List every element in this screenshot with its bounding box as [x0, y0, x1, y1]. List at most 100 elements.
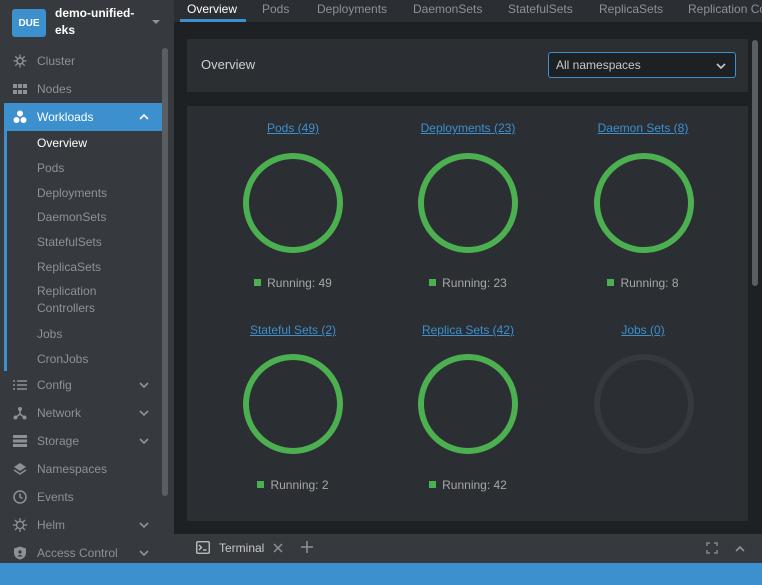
- chart-title-replica-sets[interactable]: Replica Sets (42): [393, 323, 543, 337]
- chart-title-pods[interactable]: Pods (49): [218, 121, 368, 135]
- chevron-down-icon[interactable]: [138, 435, 150, 447]
- sidebar-subitem-overview[interactable]: Overview: [37, 135, 87, 152]
- main-scrollbar[interactable]: [752, 40, 758, 286]
- config-icon: [13, 380, 27, 390]
- legend-dot: [429, 481, 437, 488]
- ring-segment: [418, 153, 518, 253]
- chevron-up-icon[interactable]: [734, 543, 746, 555]
- sidebar-item-config[interactable]: Config: [0, 371, 160, 399]
- tab-statefulsets[interactable]: StatefulSets: [508, 0, 573, 22]
- app-window: DUE demo-unified-eks Cluster Nodes Workl…: [0, 0, 762, 585]
- chart-title-stateful-sets[interactable]: Stateful Sets (2): [218, 323, 368, 337]
- chevron-down-icon[interactable]: [138, 407, 150, 419]
- sidebar-item-events[interactable]: Events: [0, 483, 160, 511]
- network-icon: [13, 407, 27, 420]
- namespace-select-value: All namespaces: [556, 58, 641, 72]
- tab-deployments[interactable]: Deployments: [317, 0, 387, 22]
- chevron-down-icon[interactable]: [138, 547, 150, 559]
- workloads-icon: [13, 110, 27, 123]
- ring-segment: [243, 153, 343, 253]
- sidebar-item-label: Config: [37, 378, 72, 392]
- sidebar-item-label: Events: [37, 490, 74, 504]
- pods-ring-chart: [243, 153, 343, 253]
- namespace-select[interactable]: All namespaces: [548, 52, 736, 78]
- sidebar-item-workloads[interactable]: Workloads: [4, 103, 164, 131]
- status-bar: [0, 563, 762, 585]
- legend-label: Running: 42: [442, 478, 507, 492]
- sidebar-item-nodes[interactable]: Nodes: [0, 75, 160, 103]
- deployments-ring-chart: [418, 153, 518, 253]
- ring-segment: [594, 354, 694, 454]
- terminal-icon: [196, 541, 210, 554]
- ring-segment: [418, 354, 518, 454]
- sidebar-item-label: Storage: [37, 434, 80, 448]
- stateful-sets-ring-chart: [243, 354, 343, 454]
- storage-icon: [13, 435, 27, 447]
- cluster-icon: [13, 54, 27, 68]
- add-icon[interactable]: [300, 540, 314, 554]
- sidebar-subitem-daemonsets[interactable]: DaemonSets: [37, 209, 106, 226]
- sidebar-subitem-deployments[interactable]: Deployments: [37, 185, 107, 202]
- sidebar-item-storage[interactable]: Storage: [0, 427, 160, 455]
- sidebar-subitem-jobs[interactable]: Jobs: [37, 326, 62, 343]
- legend-dot: [257, 481, 265, 488]
- helm-icon: [13, 518, 27, 532]
- sidebar-subitem-replication-controllers[interactable]: Replication Controllers: [37, 283, 127, 317]
- cluster-badge: DUE: [12, 9, 46, 37]
- legend-label: Running: 2: [270, 478, 329, 492]
- tab-replicasets[interactable]: ReplicaSets: [599, 0, 663, 22]
- chart-legend-pods: Running: 49: [218, 276, 368, 290]
- sidebar-item-label: Workloads: [37, 110, 94, 124]
- chevron-down-icon: [716, 63, 726, 70]
- sidebar-subitem-cronjobs[interactable]: CronJobs: [37, 351, 88, 368]
- fullscreen-icon[interactable]: [706, 542, 718, 554]
- close-icon[interactable]: [272, 542, 284, 554]
- sidebar-item-helm[interactable]: Helm: [0, 511, 160, 539]
- events-icon: [13, 490, 27, 504]
- legend-dot: [254, 279, 262, 286]
- sidebar-scrollbar[interactable]: [162, 48, 168, 496]
- cluster-header[interactable]: DUE demo-unified-eks: [0, 0, 174, 46]
- sidebar-item-namespaces[interactable]: Namespaces: [0, 455, 160, 483]
- legend-label: Running: 8: [620, 276, 679, 290]
- chart-legend-deployments: Running: 23: [393, 276, 543, 290]
- caret-down-icon[interactable]: [151, 17, 161, 27]
- legend-dot: [607, 279, 615, 286]
- sidebar-item-label: Cluster: [37, 54, 76, 68]
- chart-title-deployments[interactable]: Deployments (23): [393, 121, 543, 135]
- sidebar-item-label: Helm: [37, 518, 66, 532]
- submenu-indicator: [4, 131, 7, 371]
- sidebar-item-cluster[interactable]: Cluster: [0, 47, 160, 75]
- ring-segment: [243, 354, 343, 454]
- tab-replication-controllers[interactable]: Replication Controllers: [688, 0, 762, 22]
- page-title: Overview: [201, 57, 256, 72]
- sidebar-item-access-control[interactable]: Access Control: [0, 539, 160, 563]
- legend-label: Running: 23: [442, 276, 507, 290]
- chevron-up-icon[interactable]: [138, 111, 150, 123]
- jobs-ring-chart: [594, 354, 694, 454]
- chevron-down-icon[interactable]: [138, 519, 150, 531]
- chevron-down-icon[interactable]: [138, 379, 150, 391]
- terminal-tab-label[interactable]: Terminal: [219, 541, 264, 555]
- legend-label: Running: 49: [267, 276, 332, 290]
- sidebar-item-label: Network: [37, 406, 82, 420]
- chart-title-jobs[interactable]: Jobs (0): [568, 323, 718, 337]
- sidebar-item-network[interactable]: Network: [0, 399, 160, 427]
- sidebar: DUE demo-unified-eks Cluster Nodes Workl…: [0, 0, 174, 563]
- sidebar-subitem-replicasets[interactable]: ReplicaSets: [37, 259, 101, 276]
- chart-title-daemon-sets[interactable]: Daemon Sets (8): [568, 121, 718, 135]
- sidebar-subitem-pods[interactable]: Pods: [37, 160, 64, 177]
- tab-daemonsets[interactable]: DaemonSets: [413, 0, 482, 22]
- sidebar-subitem-statefulsets[interactable]: StatefulSets: [37, 234, 102, 251]
- sidebar-item-label: Nodes: [37, 82, 72, 96]
- sidebar-item-label: Namespaces: [37, 462, 108, 476]
- sidebar-item-label: Access Control: [37, 546, 118, 560]
- tab-pods[interactable]: Pods: [262, 0, 289, 22]
- access-control-icon: [14, 546, 26, 560]
- cluster-name: demo-unified-eks: [55, 6, 135, 37]
- chart-legend-replica-sets: Running: 42: [393, 478, 543, 492]
- daemon-sets-ring-chart: [594, 153, 694, 253]
- legend-dot: [429, 279, 437, 286]
- replica-sets-ring-chart: [418, 354, 518, 454]
- chart-legend-stateful-sets: Running: 2: [218, 478, 368, 492]
